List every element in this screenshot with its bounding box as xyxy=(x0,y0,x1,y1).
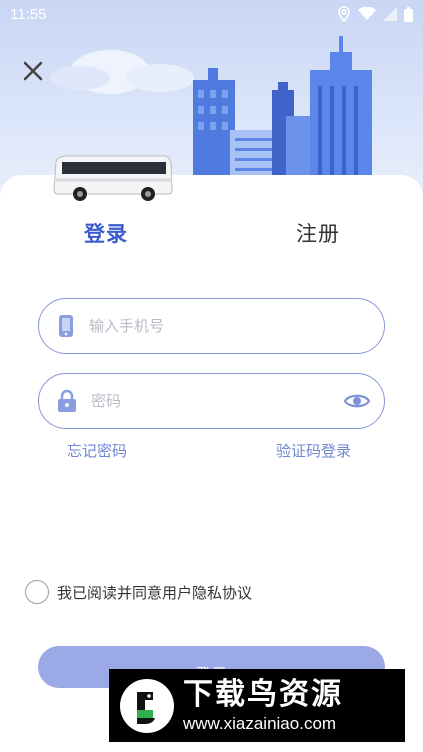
location-icon xyxy=(338,6,350,22)
close-icon[interactable] xyxy=(20,58,46,84)
lock-icon xyxy=(58,389,76,412)
watermark-url: www.xiazainiao.com xyxy=(183,713,337,733)
wifi-icon xyxy=(358,7,376,20)
forgot-password-link[interactable]: 忘记密码 xyxy=(67,440,127,461)
eye-icon[interactable] xyxy=(344,392,370,410)
status-time: 11:55 xyxy=(10,5,47,23)
bird-logo-icon xyxy=(120,678,174,733)
tab-register[interactable]: 注册 xyxy=(296,218,340,248)
battery-icon xyxy=(404,6,413,22)
agreement-checkbox[interactable] xyxy=(25,580,49,604)
watermark: 下载鸟资源 www.xiazainiao.com xyxy=(109,669,405,742)
phone-field[interactable] xyxy=(38,298,385,354)
status-bar: 11:55 xyxy=(0,0,423,28)
bus-icon xyxy=(53,155,173,201)
agreement-row: 我已阅读并同意用户隐私协议 xyxy=(25,580,252,604)
agreement-text[interactable]: 我已阅读并同意用户隐私协议 xyxy=(57,582,252,603)
status-icons xyxy=(337,6,413,22)
tab-login[interactable]: 登录 xyxy=(84,218,128,248)
phone-icon xyxy=(59,315,73,337)
watermark-title: 下载鸟资源 xyxy=(183,676,343,712)
password-field[interactable] xyxy=(38,373,385,429)
password-input[interactable] xyxy=(91,392,344,410)
phone-input[interactable] xyxy=(89,317,370,335)
signal-icon xyxy=(383,7,397,21)
code-login-link[interactable]: 验证码登录 xyxy=(276,440,351,461)
